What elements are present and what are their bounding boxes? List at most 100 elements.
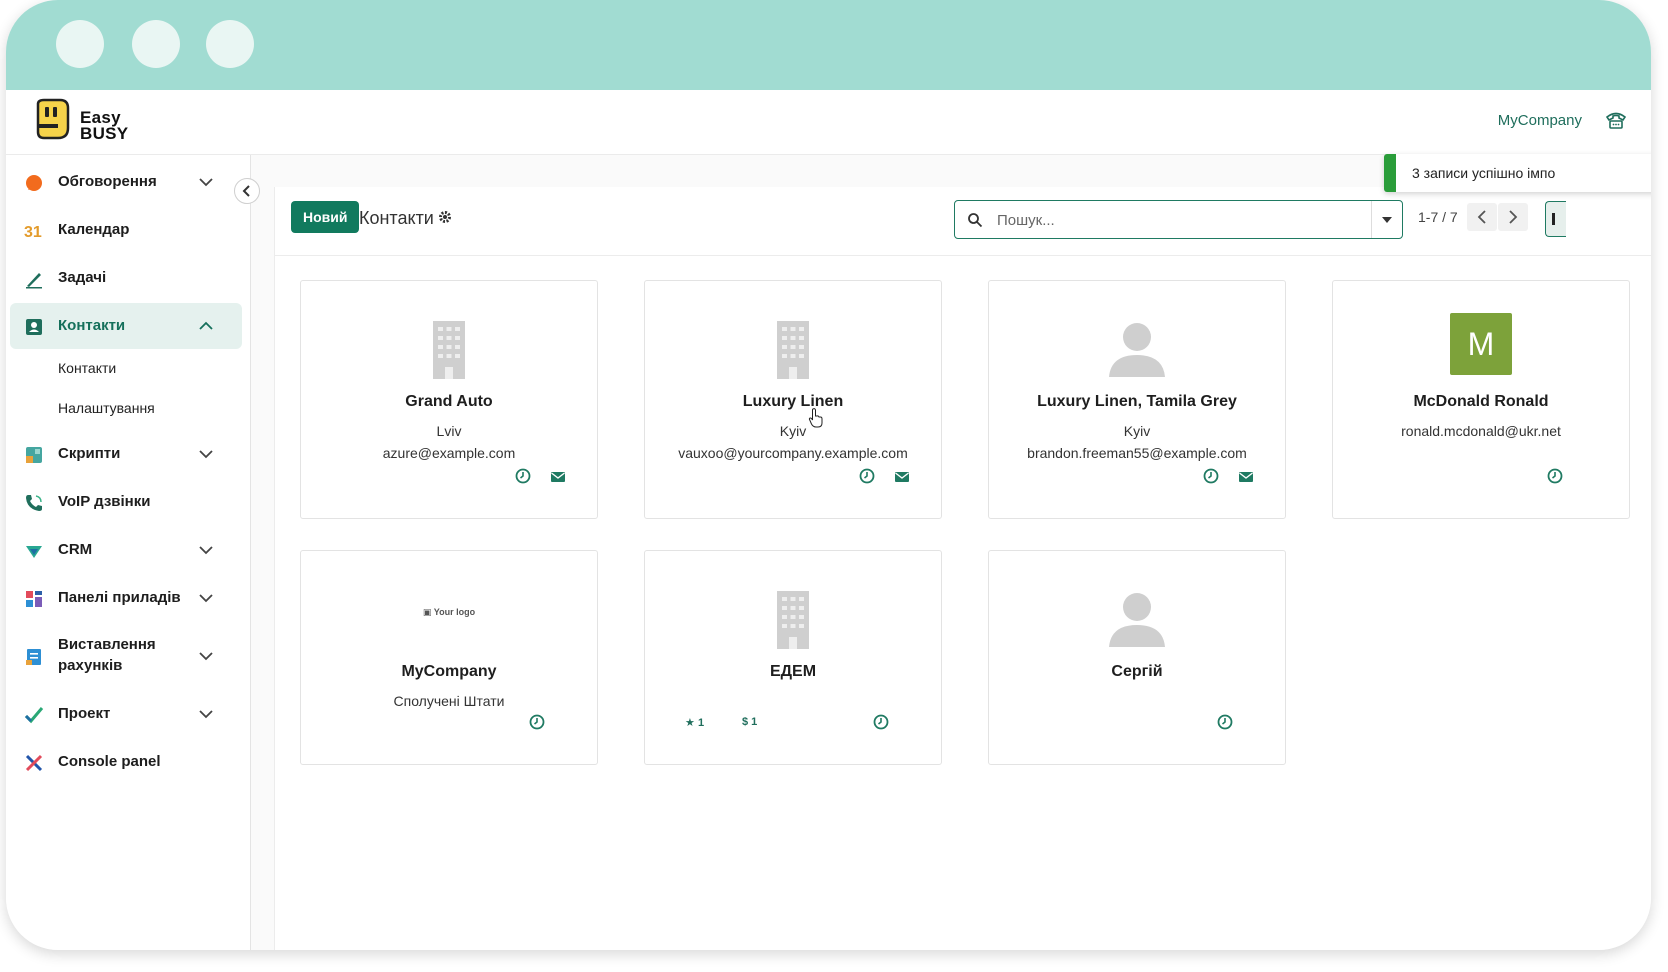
sidebar-item-label: Задачі <box>58 269 107 286</box>
activity-clock-icon[interactable] <box>1203 468 1219 484</box>
page-title: Контакти <box>359 208 434 228</box>
chevron-down-icon <box>199 178 213 187</box>
search-bar[interactable] <box>954 200 1403 240</box>
contact-email: azure@example.com <box>382 445 516 461</box>
chevron-left-icon <box>1477 210 1486 224</box>
sidebar-item-crm[interactable]: CRM <box>10 527 242 573</box>
window-minimize-dot[interactable] <box>132 20 180 68</box>
company-switcher[interactable]: MyCompany <box>1498 112 1582 129</box>
contact-name: McDonald Ronald <box>1413 393 1549 410</box>
sidebar-item-label: Проект <box>58 705 111 722</box>
email-envelope-icon[interactable] <box>550 469 566 485</box>
svg-text:31: 31 <box>24 224 42 241</box>
pencil-icon <box>26 273 42 289</box>
activity-clock-icon[interactable] <box>1217 714 1233 730</box>
sidebar-item-label: Обговорення <box>58 173 157 190</box>
gear-icon[interactable] <box>438 210 452 224</box>
activity-clock-icon[interactable] <box>873 714 889 730</box>
sidebar-item-project[interactable]: Проект <box>10 691 242 737</box>
contact-name: Grand Auto <box>405 393 493 410</box>
sidebar-item-label: Контакти <box>58 317 126 334</box>
sidebar-item-voip[interactable]: VoIP дзвінки <box>10 479 242 525</box>
kanban-view-button[interactable] <box>1545 201 1566 237</box>
contact-city: Kyiv <box>1123 423 1151 439</box>
sidebar-item-discussions[interactable]: Обговорення <box>10 159 242 205</box>
sidebar-item-label: Console panel <box>58 753 161 770</box>
company-logo-placeholder: ▣ Your logo <box>301 607 597 618</box>
contact-initial-avatar: M <box>1450 313 1512 375</box>
window-maximize-dot[interactable] <box>206 20 254 68</box>
contact-card-edem[interactable]: ЕДЕМ ★ 1 $ 1 <box>644 550 942 765</box>
contact-city: Lviv <box>436 423 462 439</box>
tools-icon <box>25 754 43 772</box>
voip-phone-icon[interactable] <box>1605 108 1627 130</box>
brand-line-2: BUSY <box>80 124 129 143</box>
subnav-contacts[interactable]: Контакти <box>58 360 116 376</box>
scripts-icon <box>26 447 42 463</box>
contact-card-grand-auto[interactable]: Grand Auto Lviv azure@example.com <box>300 280 598 519</box>
new-button[interactable]: Новий <box>291 201 360 233</box>
activity-clock-icon[interactable] <box>529 714 545 730</box>
contact-card-icon <box>26 319 42 335</box>
project-check-icon <box>24 707 44 724</box>
contact-name: Luxury Linen <box>742 393 844 410</box>
pager-next-button[interactable] <box>1498 203 1528 231</box>
window-titlebar <box>6 0 1651 90</box>
sidebar-item-tasks[interactable]: Задачі <box>10 255 242 301</box>
contact-name: MyCompany <box>401 663 497 680</box>
chat-bubble-icon <box>26 175 42 191</box>
search-options-toggle[interactable] <box>1371 201 1402 238</box>
search-icon <box>968 213 983 228</box>
email-envelope-icon[interactable] <box>1238 469 1254 485</box>
crm-icon <box>26 546 42 558</box>
contact-card-luxury-linen[interactable]: Luxury Linen Kyiv vauxoo@yourcompany.exa… <box>644 280 942 519</box>
sidebar-item-label: CRM <box>58 541 93 558</box>
contact-city: Kyiv <box>779 423 807 439</box>
contact-country: Сполучені Штати <box>393 693 505 709</box>
hand-cursor-icon <box>808 408 823 428</box>
sidebar-item-dashboards[interactable]: Панелі приладів <box>10 575 242 621</box>
activity-clock-icon[interactable] <box>859 468 875 484</box>
sidebar-item-calendar[interactable]: 31 Календар <box>10 207 242 253</box>
subnav-settings[interactable]: Налаштування <box>58 400 155 416</box>
sales-badge[interactable]: $ 1 <box>742 716 757 728</box>
notification-text: 3 записи успішно імпо <box>1412 165 1556 181</box>
sidebar-item-label: Календар <box>58 221 130 238</box>
phone-icon <box>26 495 42 511</box>
company-building-icon <box>777 321 809 379</box>
activity-clock-icon[interactable] <box>1547 468 1563 484</box>
sidebar: Обговорення 31 Календар Задачі Контакти … <box>6 155 251 950</box>
logo-mascot-icon <box>36 98 70 140</box>
contact-card-tamila-grey[interactable]: Luxury Linen, Tamila Grey Kyiv brandon.f… <box>988 280 1286 519</box>
chevron-left-icon <box>242 185 250 197</box>
contact-name: Сергій <box>1111 663 1163 680</box>
sidebar-item-label: Скрипти <box>58 445 121 462</box>
brand-wordmark: Easy BUSY <box>80 109 129 143</box>
company-building-icon <box>777 591 809 649</box>
sidebar-collapse-button[interactable] <box>234 178 260 204</box>
calendar-icon: 31 <box>24 224 42 241</box>
search-input[interactable] <box>995 201 1369 240</box>
import-success-notification[interactable]: 3 записи успішно імпо <box>1384 154 1651 192</box>
window-close-dot[interactable] <box>56 20 104 68</box>
contact-card-mycompany[interactable]: ▣ Your logo MyCompany Сполучені Штати <box>300 550 598 765</box>
sidebar-item-invoicing[interactable]: Виставлення рахунків <box>10 629 242 683</box>
chevron-down-icon <box>199 710 213 719</box>
sidebar-item-console-panel[interactable]: Console panel <box>10 739 242 785</box>
sidebar-item-contacts[interactable]: Контакти <box>10 303 242 349</box>
company-building-icon <box>433 321 465 379</box>
app-window: Easy BUSY MyCompany Обговорення 31 Кален… <box>6 0 1651 950</box>
contact-card-serhii[interactable]: Сергій <box>988 550 1286 765</box>
person-silhouette-icon <box>1109 593 1165 647</box>
top-header: Easy BUSY MyCompany <box>6 90 1651 155</box>
pager-previous-button[interactable] <box>1467 203 1497 231</box>
app-logo[interactable]: Easy BUSY <box>32 98 172 146</box>
email-envelope-icon[interactable] <box>894 469 910 485</box>
contact-card-mcdonald-ronald[interactable]: M McDonald Ronald ronald.mcdonald@ukr.ne… <box>1332 280 1630 519</box>
pager-value[interactable]: 1-7 / 7 <box>1418 209 1458 225</box>
sidebar-item-scripts[interactable]: Скрипти <box>10 431 242 477</box>
logo-placeholder-text: Your logo <box>433 607 476 617</box>
opportunities-badge[interactable]: ★ 1 <box>685 716 704 729</box>
image-icon: ▣ <box>422 607 434 617</box>
activity-clock-icon[interactable] <box>515 468 531 484</box>
